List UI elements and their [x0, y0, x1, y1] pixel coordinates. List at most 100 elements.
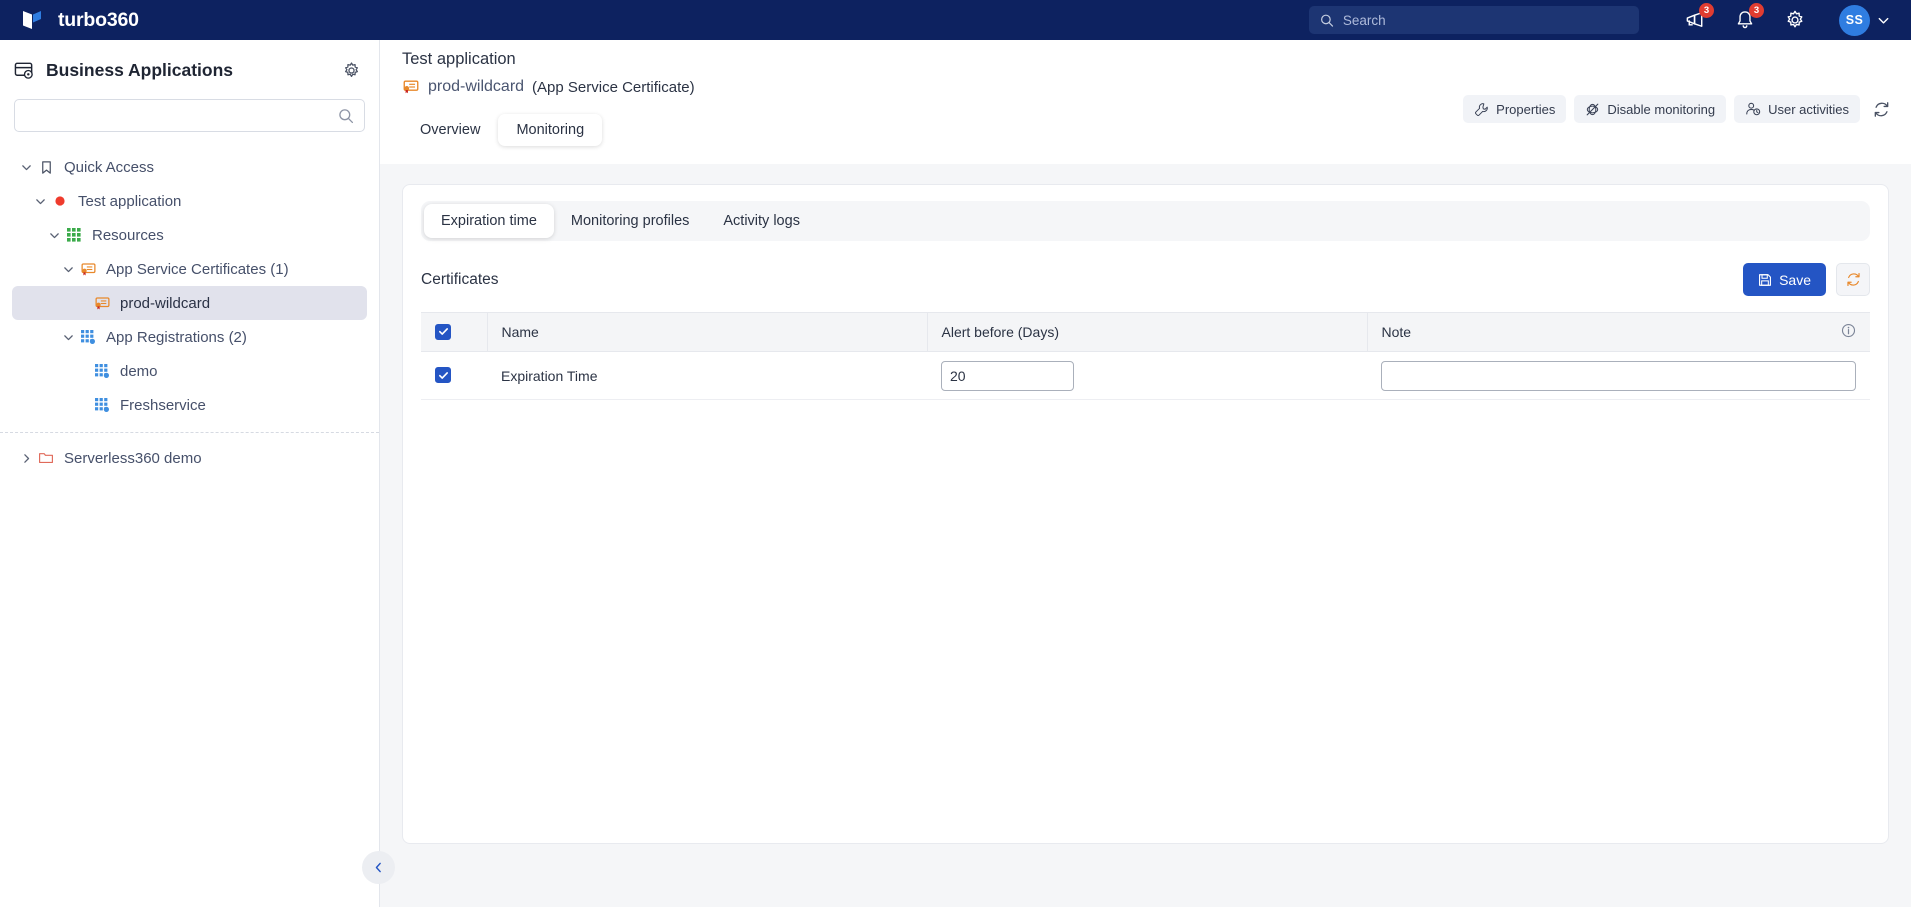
sidebar-item-freshservice[interactable]: Freshservice — [12, 388, 367, 422]
row-note-cell — [1367, 351, 1870, 400]
notifications-badge: 3 — [1749, 3, 1764, 18]
table-header-row: Name Alert before (Days) Note — [421, 312, 1870, 352]
bookmark-icon — [36, 160, 56, 175]
sidebar-item-serverless360-demo[interactable]: Serverless360 demo — [12, 441, 367, 475]
user-clock-icon — [1746, 102, 1761, 116]
note-input[interactable] — [1381, 360, 1856, 391]
tree-twisty-icon[interactable] — [16, 452, 36, 465]
resource-breadcrumb: prod-wildcard (App Service Certificate) — [402, 78, 1889, 96]
certificates-section-header: Certificates Save — [421, 263, 1870, 296]
content-area: Expiration time Monitoring profiles Acti… — [380, 164, 1911, 907]
properties-label: Properties — [1496, 101, 1556, 117]
main-header: Test application prod-wildcard (App Serv… — [380, 40, 1911, 123]
brand[interactable]: turbo360 — [20, 7, 139, 33]
sidebar-tree-secondary: Serverless360 demo — [0, 441, 379, 475]
table-body: Expiration Time — [421, 351, 1870, 400]
header-actions: Properties Disable monitoring User activ… — [1463, 95, 1895, 123]
sidebar-item-prod-wildcard[interactable]: prod-wildcard — [12, 286, 367, 320]
announcements-button[interactable]: 3 — [1683, 3, 1714, 32]
info-icon[interactable] — [1841, 323, 1856, 341]
search-input[interactable] — [1342, 12, 1628, 28]
save-button[interactable]: Save — [1743, 263, 1826, 296]
user-activities-label: User activities — [1768, 101, 1849, 117]
certificate-icon — [92, 295, 112, 312]
tree-twisty-icon[interactable] — [16, 161, 36, 174]
subtab-monitoring-profiles[interactable]: Monitoring profiles — [554, 204, 706, 238]
refresh-icon — [1874, 101, 1889, 117]
brand-name: turbo360 — [58, 8, 139, 31]
table-refresh-button[interactable] — [1836, 263, 1870, 296]
sidebar-item-label: Quick Access — [64, 158, 155, 176]
user-activities-button[interactable]: User activities — [1734, 95, 1860, 123]
certificates-table: Name Alert before (Days) Note Expiration… — [421, 312, 1870, 400]
row-alert-cell — [927, 351, 1367, 400]
monitoring-subtabs: Expiration time Monitoring profiles Acti… — [421, 201, 1870, 241]
subtab-activity-logs[interactable]: Activity logs — [706, 204, 817, 238]
turbo360-logo-icon — [23, 11, 41, 29]
sidebar-item-label: App Service Certificates (1) — [106, 260, 289, 278]
sidebar-item-app-registrations-2[interactable]: App Registrations (2) — [12, 320, 367, 354]
certificate-icon — [78, 261, 98, 278]
sidebar-collapse-button[interactable] — [362, 851, 395, 884]
tree-twisty-icon[interactable] — [58, 331, 78, 344]
column-header-name[interactable]: Name — [487, 312, 928, 352]
sidebar-title: Business Applications — [46, 60, 234, 80]
properties-button[interactable]: Properties — [1463, 95, 1567, 123]
sidebar-item-label: Serverless360 demo — [64, 449, 202, 467]
sidebar-header: Business Applications — [0, 50, 379, 89]
sidebar-divider — [0, 432, 379, 433]
column-header-note[interactable]: Note — [1367, 312, 1870, 352]
main-content: Test application prod-wildcard (App Serv… — [380, 40, 1911, 907]
tab-overview[interactable]: Overview — [402, 114, 498, 146]
resource-name[interactable]: prod-wildcard — [428, 78, 524, 96]
table-head: Name Alert before (Days) Note — [421, 312, 1870, 352]
sidebar: Business Applications Quick Access Test a… — [0, 40, 395, 907]
refresh-button[interactable] — [1868, 100, 1895, 119]
sidebar-item-label: App Registrations (2) — [106, 328, 247, 346]
sidebar-item-demo[interactable]: demo — [12, 354, 367, 388]
alert-before-days-input[interactable] — [941, 360, 1074, 391]
sidebar-search-input[interactable] — [25, 108, 338, 123]
check-icon — [438, 371, 448, 379]
app-registration-icon — [92, 398, 112, 412]
search-icon — [1321, 14, 1334, 27]
app-registration-icon — [92, 364, 112, 378]
sidebar-item-test-application[interactable]: Test application — [12, 184, 367, 218]
table-row: Expiration Time — [421, 351, 1870, 400]
resource-type: (App Service Certificate) — [532, 78, 695, 96]
sidebar-item-label: demo — [120, 362, 158, 380]
sidebar-item-label: Test application — [78, 192, 182, 210]
chevron-down-icon — [1878, 17, 1889, 24]
sidebar-settings-button[interactable] — [342, 61, 361, 80]
avatar: SS — [1839, 4, 1870, 36]
sidebar-search[interactable] — [14, 99, 365, 132]
settings-button[interactable] — [1783, 8, 1807, 32]
user-menu[interactable]: SS — [1839, 4, 1891, 36]
column-header-alert-before[interactable]: Alert before (Days) — [927, 312, 1368, 352]
sidebar-item-app-service-certificates-1[interactable]: App Service Certificates (1) — [12, 252, 367, 286]
sidebar-item-quick-access[interactable]: Quick Access — [12, 150, 367, 184]
sidebar-item-resources[interactable]: Resources — [12, 218, 367, 252]
chevron-left-icon — [375, 862, 381, 873]
global-search[interactable] — [1309, 6, 1639, 34]
row-checkbox[interactable] — [435, 367, 451, 384]
column-header-note-label: Note — [1381, 324, 1412, 340]
sidebar-item-label: Resources — [92, 226, 164, 244]
tree-twisty-icon[interactable] — [44, 229, 64, 242]
subtab-expiration-time[interactable]: Expiration time — [424, 204, 554, 238]
select-all-checkbox[interactable] — [435, 323, 451, 340]
save-icon — [1759, 273, 1772, 286]
sidebar-tree: Quick Access Test application Resources App… — [0, 150, 379, 422]
tree-twisty-icon[interactable] — [30, 195, 50, 208]
red-dot-icon — [50, 195, 70, 207]
gear-icon — [1787, 10, 1803, 28]
business-applications-icon — [14, 60, 35, 81]
tab-monitoring[interactable]: Monitoring — [498, 114, 603, 146]
notifications-button[interactable]: 3 — [1733, 3, 1764, 32]
certificate-icon — [403, 80, 419, 94]
disable-monitoring-label: Disable monitoring — [1607, 101, 1716, 117]
app-layout: Business Applications Quick Access Test a… — [0, 40, 1911, 907]
tree-twisty-icon[interactable] — [58, 263, 78, 276]
disable-monitoring-button[interactable]: Disable monitoring — [1574, 95, 1727, 123]
sidebar-item-label: prod-wildcard — [120, 294, 211, 312]
